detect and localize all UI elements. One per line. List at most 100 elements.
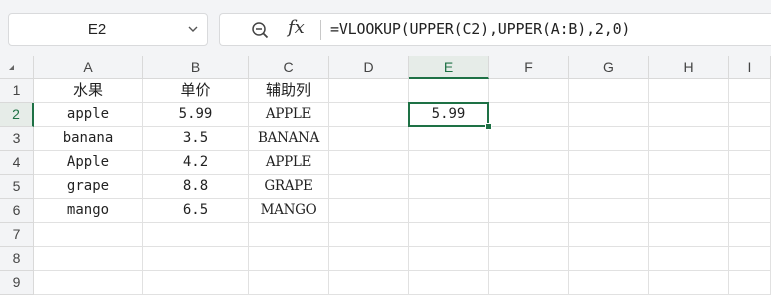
- cell-a7[interactable]: [34, 223, 143, 247]
- cell-h9[interactable]: [649, 271, 729, 295]
- cell-b2[interactable]: 5.99: [143, 103, 249, 127]
- column-header-f[interactable]: F: [489, 56, 569, 79]
- cell-f8[interactable]: [489, 247, 569, 271]
- cell-i5[interactable]: [729, 175, 771, 199]
- cell-a1[interactable]: 水果: [34, 79, 143, 103]
- zoom-icon[interactable]: [250, 20, 270, 40]
- cell-b1[interactable]: 单价: [143, 79, 249, 103]
- cell-i3[interactable]: [729, 127, 771, 151]
- cell-h5[interactable]: [649, 175, 729, 199]
- cell-a6[interactable]: mango: [34, 199, 143, 223]
- cell-h1[interactable]: [649, 79, 729, 103]
- cell-d2[interactable]: [329, 103, 409, 127]
- name-box[interactable]: E2: [8, 13, 208, 46]
- cell-g7[interactable]: [569, 223, 649, 247]
- cell-g8[interactable]: [569, 247, 649, 271]
- cell-a8[interactable]: [34, 247, 143, 271]
- column-header-e[interactable]: E: [409, 56, 489, 79]
- cell-h2[interactable]: [649, 103, 729, 127]
- cell-e1[interactable]: [409, 79, 489, 103]
- cell-d8[interactable]: [329, 247, 409, 271]
- column-header-d[interactable]: D: [329, 56, 409, 79]
- cell-e6[interactable]: [409, 199, 489, 223]
- cell-f1[interactable]: [489, 79, 569, 103]
- cell-f4[interactable]: [489, 151, 569, 175]
- cell-f5[interactable]: [489, 175, 569, 199]
- cell-g2[interactable]: [569, 103, 649, 127]
- cell-e8[interactable]: [409, 247, 489, 271]
- cell-h7[interactable]: [649, 223, 729, 247]
- cell-b5[interactable]: 8.8: [143, 175, 249, 199]
- cell-a5[interactable]: grape: [34, 175, 143, 199]
- cell-c8[interactable]: [249, 247, 329, 271]
- cell-g6[interactable]: [569, 199, 649, 223]
- cell-b7[interactable]: [143, 223, 249, 247]
- cell-c9[interactable]: [249, 271, 329, 295]
- cell-c5[interactable]: GRAPE: [249, 175, 329, 199]
- cell-i9[interactable]: [729, 271, 771, 295]
- cell-e3[interactable]: [409, 127, 489, 151]
- cell-f9[interactable]: [489, 271, 569, 295]
- cell-g4[interactable]: [569, 151, 649, 175]
- cell-e5[interactable]: [409, 175, 489, 199]
- cell-i2[interactable]: [729, 103, 771, 127]
- cell-a9[interactable]: [34, 271, 143, 295]
- row-header-7[interactable]: 7: [0, 223, 34, 247]
- cell-i8[interactable]: [729, 247, 771, 271]
- cell-d9[interactable]: [329, 271, 409, 295]
- cell-c2[interactable]: APPLE: [249, 103, 329, 127]
- cell-f6[interactable]: [489, 199, 569, 223]
- cell-c3[interactable]: BANANA: [249, 127, 329, 151]
- cell-b3[interactable]: 3.5: [143, 127, 249, 151]
- cell-g9[interactable]: [569, 271, 649, 295]
- cell-a3[interactable]: banana: [34, 127, 143, 151]
- cell-a2[interactable]: apple: [34, 103, 143, 127]
- column-header-i[interactable]: I: [729, 56, 771, 79]
- cell-b8[interactable]: [143, 247, 249, 271]
- cell-i1[interactable]: [729, 79, 771, 103]
- cell-d5[interactable]: [329, 175, 409, 199]
- fill-handle[interactable]: [485, 123, 492, 130]
- cell-d6[interactable]: [329, 199, 409, 223]
- cell-h4[interactable]: [649, 151, 729, 175]
- cell-h8[interactable]: [649, 247, 729, 271]
- cell-c1[interactable]: 辅助列: [249, 79, 329, 103]
- column-header-h[interactable]: H: [649, 56, 729, 79]
- cell-f3[interactable]: [489, 127, 569, 151]
- column-header-c[interactable]: C: [249, 56, 329, 79]
- select-all-icon[interactable]: [0, 56, 34, 79]
- cell-i4[interactable]: [729, 151, 771, 175]
- cell-c7[interactable]: [249, 223, 329, 247]
- cell-c4[interactable]: APPLE: [249, 151, 329, 175]
- cell-g1[interactable]: [569, 79, 649, 103]
- cell-b4[interactable]: 4.2: [143, 151, 249, 175]
- name-box-value[interactable]: E2: [9, 14, 185, 45]
- row-header-6[interactable]: 6: [0, 199, 34, 223]
- column-header-b[interactable]: B: [143, 56, 249, 79]
- column-header-a[interactable]: A: [34, 56, 143, 79]
- cell-b9[interactable]: [143, 271, 249, 295]
- cell-e4[interactable]: [409, 151, 489, 175]
- row-header-8[interactable]: 8: [0, 247, 34, 271]
- cell-e9[interactable]: [409, 271, 489, 295]
- cell-g5[interactable]: [569, 175, 649, 199]
- row-header-4[interactable]: 4: [0, 151, 34, 175]
- row-header-9[interactable]: 9: [0, 271, 34, 295]
- spreadsheet-grid[interactable]: A B C D E F G H I 1 水果 单价 辅助列 2 apple 5.99 APPLE 5.99 3 ban…: [0, 56, 771, 295]
- cell-d1[interactable]: [329, 79, 409, 103]
- cell-d7[interactable]: [329, 223, 409, 247]
- formula-bar[interactable]: fx =VLOOKUP(UPPER(C2),UPPER(A:B),2,0): [219, 13, 771, 46]
- cell-i6[interactable]: [729, 199, 771, 223]
- cell-f7[interactable]: [489, 223, 569, 247]
- column-header-g[interactable]: G: [569, 56, 649, 79]
- cell-g3[interactable]: [569, 127, 649, 151]
- cell-e7[interactable]: [409, 223, 489, 247]
- row-header-2[interactable]: 2: [0, 103, 34, 127]
- row-header-5[interactable]: 5: [0, 175, 34, 199]
- cell-h6[interactable]: [649, 199, 729, 223]
- cell-c6[interactable]: MANGO: [249, 199, 329, 223]
- cell-f2[interactable]: [489, 103, 569, 127]
- row-header-3[interactable]: 3: [0, 127, 34, 151]
- row-header-1[interactable]: 1: [0, 79, 34, 103]
- cell-a4[interactable]: Apple: [34, 151, 143, 175]
